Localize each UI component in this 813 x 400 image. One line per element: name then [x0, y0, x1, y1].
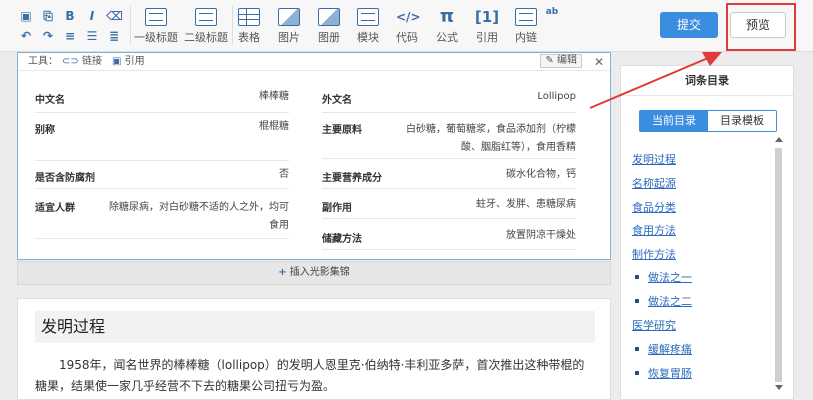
- info-row[interactable]: 适宜人群 除糖尿病，对白砂糖不适的人之外，均可食用: [35, 199, 289, 239]
- plus-icon: +: [278, 267, 287, 278]
- ordered-list-icon[interactable]: ≡: [62, 28, 78, 44]
- tools-label: 工具：: [28, 56, 58, 67]
- code-button[interactable]: </> 代码: [394, 4, 421, 48]
- edit-button[interactable]: ✎ 编辑: [540, 54, 582, 68]
- article-body[interactable]: 发明过程 1958年，闻名世界的棒棒糖（lollipop）的发明人恩里克·伯纳特…: [17, 298, 611, 400]
- tab-current-toc[interactable]: 当前目录: [640, 111, 708, 131]
- toc-subitem[interactable]: 恢复胃肠: [648, 365, 692, 381]
- toc-bullet-icon: [635, 275, 639, 279]
- toolbar-divider: [130, 6, 131, 44]
- unordered-list-icon[interactable]: ☰: [84, 28, 100, 44]
- insert-gallery-button[interactable]: + 插入光影集锦: [17, 261, 611, 285]
- scroll-down-icon[interactable]: [775, 385, 783, 390]
- toolbar-divider: [232, 6, 233, 44]
- toc-bullet-icon: [635, 299, 639, 303]
- clear-format-icon[interactable]: ⌫: [106, 8, 123, 24]
- editor-toolbar: ▣ ⎘ B I ⌫ ↶ ↷ ≡ ☰ ≣ 一级标题 二级标题 表格 图片 图册 模…: [0, 0, 813, 52]
- heading1-icon: [145, 8, 167, 26]
- align-icon[interactable]: ≣: [106, 28, 122, 44]
- link-button[interactable]: ⊂⊃ 链接: [62, 54, 102, 70]
- album-button[interactable]: 图册: [316, 4, 342, 48]
- info-box-toolbar: 工具： ⊂⊃ 链接 ▣ 引用 ✎ 编辑 ✕: [18, 53, 610, 71]
- image-icon: [278, 8, 300, 26]
- info-box[interactable]: 工具： ⊂⊃ 链接 ▣ 引用 ✎ 编辑 ✕ 中文名 棒棒糖 外文名 Lollip…: [17, 52, 611, 260]
- table-button[interactable]: 表格: [236, 4, 262, 48]
- formula-button[interactable]: π 公式: [434, 4, 460, 48]
- table-icon: [238, 8, 260, 26]
- scroll-up-icon[interactable]: [775, 137, 783, 142]
- info-row[interactable]: 中文名 棒棒糖: [35, 91, 289, 113]
- toc-item[interactable]: 发明过程: [632, 151, 676, 167]
- info-row[interactable]: 储藏方法 放置阴凉干燥处: [322, 230, 576, 250]
- undo-icon[interactable]: ↶: [18, 28, 34, 44]
- arrow-head: [702, 52, 722, 66]
- info-row[interactable]: 是否含防腐剂 否: [35, 169, 289, 189]
- bold-icon[interactable]: B: [62, 8, 78, 24]
- info-row[interactable]: 别称 棍棍糖: [35, 121, 289, 161]
- toc-subitem[interactable]: 做法之一: [648, 269, 692, 285]
- citation-button[interactable]: [1] 引用: [473, 4, 501, 48]
- italic-icon[interactable]: I: [84, 8, 100, 24]
- info-row[interactable]: 副作用 蛀牙、发胖、患糖尿病: [322, 199, 576, 219]
- tab-toc-template[interactable]: 目录模板: [708, 111, 776, 131]
- toc-item[interactable]: 食品分类: [632, 199, 676, 215]
- heading2-icon: [195, 8, 217, 26]
- toc-bullet-icon: [635, 347, 639, 351]
- formula-icon: π: [439, 6, 455, 27]
- submit-button[interactable]: 提交: [660, 12, 718, 38]
- info-row[interactable]: 外文名 Lollipop: [322, 91, 576, 113]
- module-icon: [357, 8, 379, 26]
- citation-tool-button[interactable]: ▣ 引用: [112, 54, 145, 70]
- citation-icon: [1]: [474, 8, 500, 26]
- toc-item[interactable]: 制作方法: [632, 246, 676, 262]
- image-button[interactable]: 图片: [276, 4, 302, 48]
- citation-small-icon: ▣: [112, 56, 122, 67]
- toc-item[interactable]: 食用方法: [632, 222, 676, 238]
- info-row[interactable]: 主要原料 白砂糖，葡萄糖浆，食品添加剂（柠檬酸、胭脂红等），食用香精: [322, 121, 576, 159]
- toc-subitem[interactable]: 缓解疼痛: [648, 341, 692, 357]
- save-icon[interactable]: ▣: [18, 8, 34, 24]
- heading1-button[interactable]: 一级标题: [134, 4, 178, 48]
- toc-scrollbar[interactable]: [775, 148, 782, 382]
- inner-link-button[interactable]: 内链: [513, 4, 539, 48]
- toc-tabs: 当前目录 目录模板: [639, 110, 777, 132]
- heading2-button[interactable]: 二级标题: [184, 4, 228, 48]
- inner-link-icon: [515, 8, 537, 26]
- pencil-icon: ✎: [545, 55, 554, 66]
- redo-icon[interactable]: ↷: [40, 28, 56, 44]
- link-icon: ⊂⊃: [62, 56, 79, 67]
- preview-highlight-box: [726, 3, 796, 51]
- special-char-icon[interactable]: ab: [544, 4, 560, 20]
- history-icon[interactable]: ⎘: [40, 8, 56, 24]
- section-heading[interactable]: 发明过程: [35, 311, 595, 343]
- toc-subitem[interactable]: 做法之二: [648, 293, 692, 309]
- toc-bullet-icon: [635, 371, 639, 375]
- paragraph[interactable]: 1958年，闻名世界的棒棒糖（lollipop）的发明人恩里克·伯纳特·丰利亚多…: [35, 355, 595, 397]
- toc-item[interactable]: 医学研究: [632, 317, 676, 333]
- info-row[interactable]: 主要营养成分 碳水化合物，钙: [322, 169, 576, 189]
- close-icon[interactable]: ✕: [594, 54, 604, 70]
- toc-title: 词条目录: [621, 66, 793, 96]
- code-icon: </>: [396, 10, 421, 24]
- module-button[interactable]: 模块: [355, 4, 381, 48]
- toc-item[interactable]: 名称起源: [632, 175, 676, 191]
- album-icon: [318, 8, 340, 26]
